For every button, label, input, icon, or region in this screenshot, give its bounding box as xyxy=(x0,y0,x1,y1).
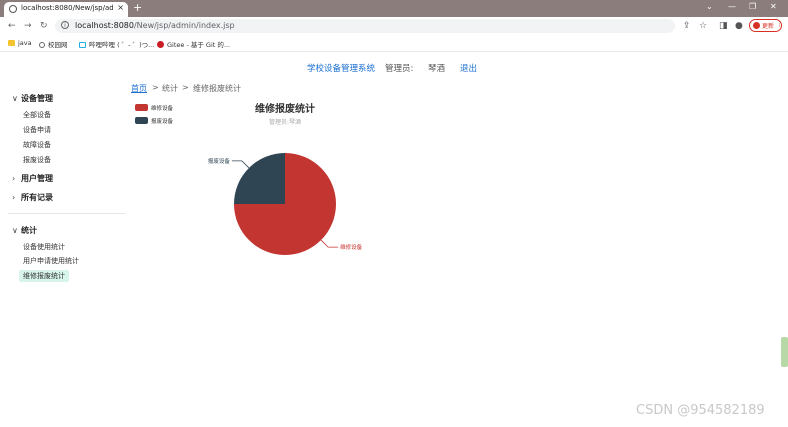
tab-title: localhost:8080/New/jsp/admi xyxy=(21,4,113,12)
sidebar-item-repair-scrap-stats[interactable]: 维修报废统计 xyxy=(19,270,69,282)
pie-label: 报废设备 xyxy=(208,157,231,165)
back-icon[interactable]: ← xyxy=(8,21,16,31)
url-host: localhost:8080 xyxy=(75,21,134,30)
breadcrumb-home[interactable]: 首页 xyxy=(131,83,147,94)
sidebar-group-device[interactable]: ∨ 设备管理 xyxy=(12,93,53,104)
restore-icon[interactable]: ❐ xyxy=(749,2,756,11)
url-path: /New/jsp/admin/index.jsp xyxy=(133,21,235,30)
sidebar-group-stats[interactable]: ∨ 统计 xyxy=(12,225,37,236)
admin-label: 管理员: xyxy=(385,64,414,74)
pie-label-line xyxy=(231,160,250,169)
chevron-right-icon: › xyxy=(12,193,16,202)
chevron-down-icon: ∨ xyxy=(12,94,18,103)
browser-tab-bar: localhost:8080/New/jsp/admi × + ⌄ — ❐ ✕ xyxy=(0,0,788,17)
chevron-down-icon: ∨ xyxy=(12,226,18,235)
pie-label: 维修设备 xyxy=(340,243,363,251)
globe-icon xyxy=(9,5,17,13)
chevron-right-icon: › xyxy=(12,174,16,183)
bookmark-java[interactable]: java xyxy=(8,39,32,47)
chart-title: 维修报废统计 xyxy=(255,102,315,115)
star-icon[interactable]: ☆ xyxy=(699,21,707,31)
globe-icon xyxy=(39,42,45,48)
sidebar-item-faulty-devices[interactable]: 故障设备 xyxy=(23,140,51,150)
bookmarks-bar: java 校园网 哔哩哔哩 ( ゜- ゜)つ... Gitee - 基于 Git… xyxy=(0,36,788,52)
sidebar-item-usage-stats[interactable]: 设备使用统计 xyxy=(23,242,65,252)
pie-label-line xyxy=(320,239,339,248)
breadcrumb-stats[interactable]: 统计 xyxy=(162,83,178,94)
bookmark-label: Gitee - 基于 Git 的... xyxy=(167,41,231,49)
bookmark-bilibili[interactable]: 哔哩哔哩 ( ゜- ゜)つ... xyxy=(79,39,154,49)
app-title[interactable]: 学校设备管理系统 xyxy=(307,62,375,74)
tab-close-button[interactable]: × xyxy=(117,3,124,12)
pie-chart: 维修报废统计 管理员:琴酒 维修设备报废设备 维修设备报废设备 xyxy=(135,102,363,255)
breadcrumb-separator: > xyxy=(152,83,159,92)
breadcrumb-current: 维修报废统计 xyxy=(193,84,241,93)
address-bar: ← → ↻ i localhost:8080/New/jsp/admin/ind… xyxy=(0,17,788,35)
sidebar-item-request-stats[interactable]: 用户申请使用统计 xyxy=(23,256,79,266)
sidebar-group-users[interactable]: › 用户管理 xyxy=(12,173,53,184)
info-icon[interactable]: i xyxy=(61,21,69,29)
update-label: 更新 xyxy=(762,23,775,30)
sidebar-item-scrapped-devices[interactable]: 报废设备 xyxy=(23,155,51,165)
url-text: localhost:8080/New/jsp/admin/index.jsp xyxy=(75,21,235,30)
close-window-icon[interactable]: ✕ xyxy=(770,2,777,11)
bookmark-label: 校园网 xyxy=(48,41,68,49)
share-icon[interactable]: ⇪ xyxy=(683,21,691,31)
sidebar-group-label: 用户管理 xyxy=(21,174,53,183)
sidebar-group-records[interactable]: › 所有记录 xyxy=(12,192,53,203)
chart-subtitle: 管理员:琴酒 xyxy=(269,118,301,126)
legend-label[interactable]: 报废设备 xyxy=(151,117,174,125)
logout-link[interactable]: 退出 xyxy=(460,62,477,74)
watermark: CSDN @954582189 xyxy=(636,403,765,418)
legend-swatch[interactable] xyxy=(135,117,148,124)
sidebar-panel-icon[interactable]: ◨ xyxy=(719,21,728,31)
sidebar-item-all-devices[interactable]: 全部设备 xyxy=(23,110,51,120)
profile-icon[interactable]: ● xyxy=(735,21,743,31)
gitee-icon xyxy=(157,41,164,48)
more-menu-icon[interactable]: ⋮ xyxy=(776,20,783,28)
bookmark-label: 哔哩哔哩 ( ゜- ゜)つ... xyxy=(89,41,155,49)
reload-icon[interactable]: ↻ xyxy=(40,21,48,31)
folder-icon xyxy=(8,40,15,46)
browser-tab[interactable]: localhost:8080/New/jsp/admi × xyxy=(4,2,128,17)
new-tab-button[interactable]: + xyxy=(133,1,142,14)
tv-icon xyxy=(79,42,86,48)
bookmark-campus[interactable]: 校园网 xyxy=(39,39,68,49)
legend-swatch[interactable] xyxy=(135,104,148,111)
chart-legend: 维修设备报废设备 xyxy=(135,104,174,125)
scrollbar-handle[interactable] xyxy=(781,337,788,367)
minimize-icon[interactable]: — xyxy=(728,2,736,11)
sidebar-group-label: 设备管理 xyxy=(21,94,53,103)
admin-name: 琴酒 xyxy=(428,64,446,74)
bookmark-label: java xyxy=(18,39,32,47)
update-button[interactable]: 更新 ⋮ xyxy=(749,19,783,32)
sidebar-divider xyxy=(8,213,125,214)
breadcrumb-separator: > xyxy=(182,83,189,92)
avatar-icon xyxy=(753,22,760,29)
sidebar-group-label: 统计 xyxy=(21,226,37,235)
sidebar-item-device-request[interactable]: 设备申请 xyxy=(23,125,51,135)
legend-label[interactable]: 维修设备 xyxy=(151,104,174,112)
forward-icon[interactable]: → xyxy=(24,21,32,31)
pie-slices xyxy=(234,153,336,255)
url-field[interactable]: i localhost:8080/New/jsp/admin/index.jsp xyxy=(55,19,675,33)
chevron-down-icon[interactable]: ⌄ xyxy=(706,2,713,11)
bookmark-gitee[interactable]: Gitee - 基于 Git 的... xyxy=(157,39,230,49)
sidebar-group-label: 所有记录 xyxy=(21,193,53,202)
